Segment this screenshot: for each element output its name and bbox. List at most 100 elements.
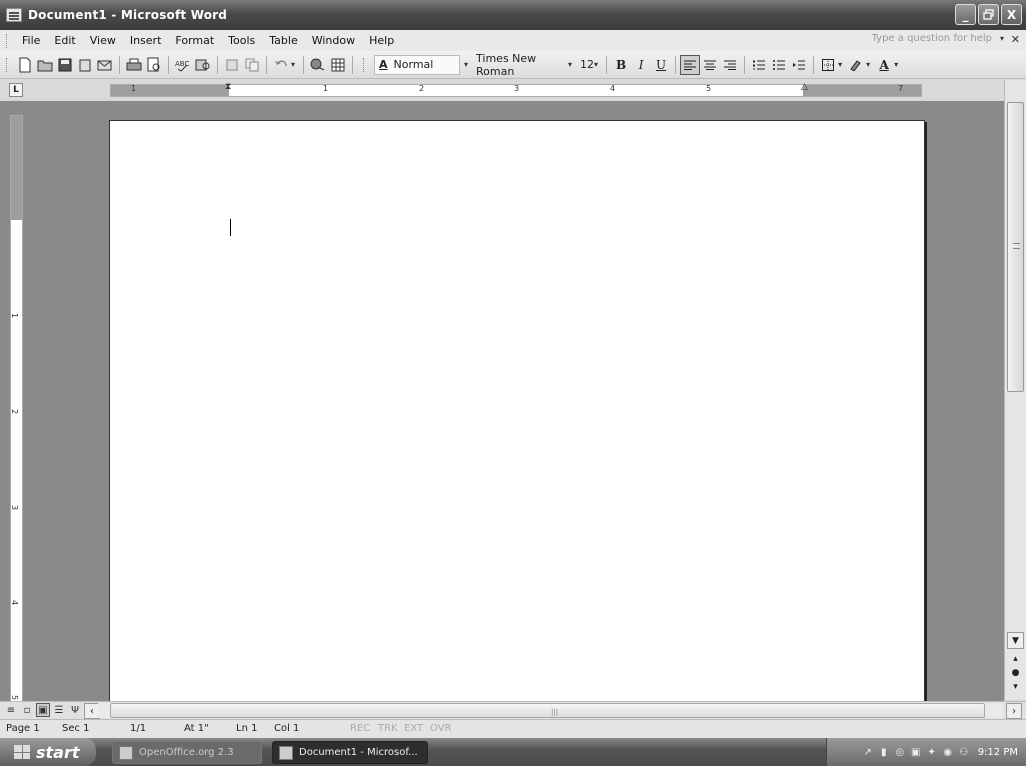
close-button[interactable]: X (1001, 4, 1022, 25)
menu-table[interactable]: Table (262, 34, 304, 47)
toolbar-separator (675, 55, 677, 74)
restore-button[interactable] (978, 4, 999, 25)
title-bar: Document1 - Microsoft Word _ X (0, 0, 1026, 30)
menu-format[interactable]: Format (168, 34, 221, 47)
minimize-button[interactable]: _ (955, 4, 976, 25)
menu-help[interactable]: Help (362, 34, 401, 47)
email-icon[interactable] (97, 57, 113, 73)
table-icon[interactable] (330, 57, 346, 73)
horizontal-scrollbar[interactable]: ||| (98, 703, 1003, 718)
right-margin-area (803, 85, 921, 96)
increase-indent-button[interactable] (789, 55, 809, 75)
messenger-icon[interactable]: ⚇ (958, 746, 970, 758)
bold-button[interactable]: B (611, 55, 631, 75)
indent-marker-icon[interactable]: ⧗ (225, 82, 231, 92)
horizontal-ruler[interactable]: 1 ⧗ 1 2 3 4 5 △ 7 (110, 82, 922, 97)
save-icon[interactable] (57, 57, 73, 73)
help-dropdown-icon[interactable]: ▾ (1000, 34, 1004, 43)
bullets-button[interactable] (769, 55, 789, 75)
monitor-icon[interactable]: ▣ (910, 746, 922, 758)
outline-view-icon[interactable]: ☰ (52, 703, 66, 717)
normal-view-icon[interactable]: ≡ (4, 703, 18, 717)
taskbar-item-word[interactable]: Document1 - Microsof... (272, 741, 428, 764)
numbering-button[interactable] (749, 55, 769, 75)
ruler-number: 2 (419, 84, 425, 93)
print-preview-icon[interactable] (146, 57, 162, 73)
status-rec[interactable]: REC (350, 723, 370, 734)
menu-insert[interactable]: Insert (123, 34, 169, 47)
document-page[interactable] (109, 120, 925, 701)
italic-button[interactable]: I (631, 55, 651, 75)
taskbar-item-label: OpenOffice.org 2.3 (139, 747, 234, 758)
menu-grip[interactable] (6, 33, 9, 48)
menu-tools[interactable]: Tools (221, 34, 262, 47)
font-color-icon[interactable]: A (874, 55, 894, 75)
menu-bar: File Edit View Insert Format Tools Table… (0, 30, 1026, 51)
vertical-scroll-thumb[interactable] (1007, 102, 1024, 392)
research-icon[interactable] (195, 57, 211, 73)
next-page-icon[interactable]: ▾ (1007, 680, 1024, 694)
start-button[interactable]: start (0, 738, 96, 766)
font-size-select[interactable]: 12 (576, 55, 594, 75)
hyperlink-icon[interactable] (310, 57, 326, 73)
toolbar-grip[interactable] (363, 57, 366, 72)
cut-icon[interactable] (224, 57, 240, 73)
borders-icon[interactable] (818, 55, 838, 75)
borders-dropdown-icon[interactable]: ▾ (838, 60, 842, 69)
select-browse-object-icon[interactable]: ● (1007, 666, 1024, 680)
open-folder-icon[interactable] (37, 57, 53, 73)
font-size-dropdown-icon[interactable]: ▾ (594, 60, 598, 69)
undo-dropdown-icon[interactable]: ▾ (291, 60, 295, 69)
volume-icon[interactable]: ▮ (878, 746, 890, 758)
word-app-icon[interactable] (6, 8, 22, 22)
taskbar-item-openoffice[interactable]: OpenOffice.org 2.3 (112, 741, 262, 764)
vertical-ruler[interactable]: 1 2 3 4 5 (10, 115, 23, 701)
sync-icon[interactable]: ◎ (894, 746, 906, 758)
status-page-count: 1/1 (130, 723, 147, 734)
permission-icon[interactable] (77, 57, 93, 73)
align-right-button[interactable] (720, 55, 740, 75)
status-trk[interactable]: TRK (378, 723, 398, 734)
vertical-scrollbar[interactable]: ▼ ▴ ● ▾ (1004, 80, 1026, 700)
style-dropdown-icon[interactable]: ▾ (464, 60, 468, 69)
status-section: Sec 1 (62, 723, 90, 734)
network-icon[interactable]: ↗ (862, 746, 874, 758)
status-ext[interactable]: EXT (404, 723, 423, 734)
print-layout-view-icon[interactable]: ▣ (36, 703, 50, 717)
document-workspace: 1 2 3 4 5 (0, 101, 1004, 701)
menu-view[interactable]: View (83, 34, 123, 47)
reading-layout-view-icon[interactable]: Ψ (68, 703, 82, 717)
font-dropdown-icon[interactable]: ▾ (568, 60, 572, 69)
align-left-button[interactable] (680, 54, 701, 75)
highlight-icon[interactable] (846, 55, 866, 75)
style-select[interactable]: A Normal (374, 54, 461, 75)
status-ovr[interactable]: OVR (430, 723, 451, 734)
font-color-dropdown-icon[interactable]: ▾ (894, 60, 898, 69)
undo-icon[interactable] (273, 57, 289, 73)
copy-icon[interactable] (244, 57, 260, 73)
web-layout-view-icon[interactable]: ▫ (20, 703, 34, 717)
help-question-box[interactable]: Type a question for help (872, 33, 992, 44)
status-at: At 1" (184, 723, 209, 734)
scroll-right-button[interactable]: › (1006, 703, 1022, 719)
shield-icon[interactable]: ◉ (942, 746, 954, 758)
highlight-dropdown-icon[interactable]: ▾ (866, 60, 870, 69)
underline-button[interactable]: U (651, 55, 671, 75)
right-indent-marker-icon[interactable]: △ (801, 82, 808, 92)
menu-file[interactable]: File (15, 34, 47, 47)
close-document-button[interactable]: ✕ (1011, 33, 1020, 46)
toolbar-grip[interactable] (6, 57, 9, 72)
security-icon[interactable]: ✦ (926, 746, 938, 758)
menu-window[interactable]: Window (305, 34, 362, 47)
new-document-icon[interactable] (17, 57, 33, 73)
scroll-down-button[interactable]: ▼ (1007, 632, 1024, 649)
horizontal-scroll-thumb[interactable]: ||| (110, 703, 985, 718)
font-select[interactable]: Times New Roman (472, 52, 568, 78)
spelling-icon[interactable]: ABC (175, 57, 191, 73)
previous-page-icon[interactable]: ▴ (1007, 652, 1024, 666)
tab-selector-button[interactable]: L (9, 83, 23, 97)
align-center-button[interactable] (700, 55, 720, 75)
print-icon[interactable] (126, 57, 142, 73)
toolbar-separator (217, 55, 218, 74)
menu-edit[interactable]: Edit (47, 34, 82, 47)
